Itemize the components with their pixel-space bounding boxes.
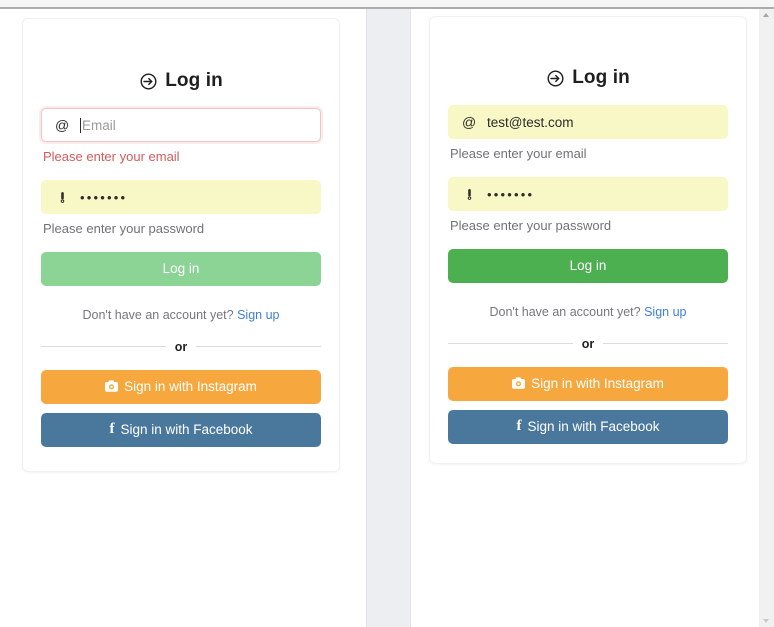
instagram-signin-label-right: Sign in with Instagram — [531, 376, 664, 391]
sign-in-icon — [546, 69, 565, 88]
facebook-icon: f — [109, 421, 115, 437]
signup-link-right[interactable]: Sign up — [644, 305, 686, 319]
facebook-signin-label-right: Sign in with Facebook — [527, 419, 660, 434]
password-field-right[interactable]: ••••••• — [448, 177, 728, 212]
panel-right: Log in @ test@test.com Please enter your… — [411, 9, 759, 627]
signup-prompt-left: Don't have an account yet? — [82, 307, 234, 322]
key-icon — [462, 187, 476, 202]
divider-label-left: or — [174, 339, 188, 354]
app-screen: Log in @ Email Please enter your email •… — [0, 0, 774, 627]
or-divider-right: or — [448, 337, 728, 351]
camera-icon — [105, 380, 119, 393]
at-sign-icon: @ — [462, 114, 477, 130]
divider-line-right-a — [448, 343, 573, 344]
triangle-up-icon[interactable] — [763, 13, 769, 17]
email-field-left[interactable]: @ Email — [41, 108, 321, 142]
email-input-left[interactable]: Email — [80, 117, 116, 133]
instagram-signin-button-right[interactable]: Sign in with Instagram — [448, 366, 728, 401]
login-card-left: Log in @ Email Please enter your email •… — [22, 18, 340, 472]
email-input-right[interactable]: test@test.com — [487, 115, 573, 130]
instagram-signin-label-left: Sign in with Instagram — [124, 379, 257, 394]
login-button-right[interactable]: Log in — [448, 248, 728, 283]
page-title-right-label: Log in — [572, 67, 630, 88]
facebook-signin-label-left: Sign in with Facebook — [120, 422, 253, 437]
facebook-signin-button-left[interactable]: f Sign in with Facebook — [41, 412, 321, 447]
signup-row-left: Don't have an account yet? Sign up — [41, 308, 321, 322]
password-help-left: Please enter your password — [43, 221, 205, 237]
email-field-right[interactable]: @ test@test.com — [448, 105, 728, 139]
vertical-scrollbar[interactable] — [759, 9, 774, 627]
divider-line-left-a — [41, 346, 166, 347]
page-title-left-label: Log in — [165, 70, 223, 91]
login-card-right: Log in @ test@test.com Please enter your… — [429, 16, 747, 464]
or-divider-left: or — [41, 340, 321, 354]
browser-top-bar — [0, 0, 774, 9]
signup-row-right: Don't have an account yet? Sign up — [448, 305, 728, 319]
pane-gutter — [367, 9, 410, 627]
divider-line-left-b — [196, 346, 321, 347]
instagram-signin-button-left[interactable]: Sign in with Instagram — [41, 369, 321, 404]
password-help-right: Please enter your password — [450, 218, 612, 234]
email-help-left: Please enter your email — [43, 149, 180, 164]
camera-icon — [512, 377, 526, 390]
email-help-right: Please enter your email — [450, 146, 587, 161]
panel-left: Log in @ Email Please enter your email •… — [0, 9, 366, 627]
password-input-left[interactable]: ••••••• — [80, 190, 127, 205]
page-title-left: Log in — [41, 70, 321, 92]
sign-in-icon — [139, 72, 158, 91]
signup-prompt-right: Don't have an account yet? — [489, 304, 641, 319]
facebook-signin-button-right[interactable]: f Sign in with Facebook — [448, 409, 728, 444]
triangle-down-icon[interactable] — [763, 619, 769, 623]
text-caret — [80, 117, 81, 133]
password-field-left[interactable]: ••••••• — [41, 180, 321, 215]
signup-link-left[interactable]: Sign up — [237, 308, 279, 322]
login-button-left[interactable]: Log in — [41, 251, 321, 286]
at-sign-icon: @ — [55, 117, 70, 133]
key-icon — [55, 190, 69, 205]
page-title-right: Log in — [448, 67, 728, 89]
facebook-icon: f — [516, 418, 522, 434]
email-placeholder-left: Email — [82, 117, 116, 133]
divider-line-right-b — [603, 343, 728, 344]
password-input-right[interactable]: ••••••• — [487, 187, 534, 202]
divider-label-right: or — [581, 336, 595, 351]
